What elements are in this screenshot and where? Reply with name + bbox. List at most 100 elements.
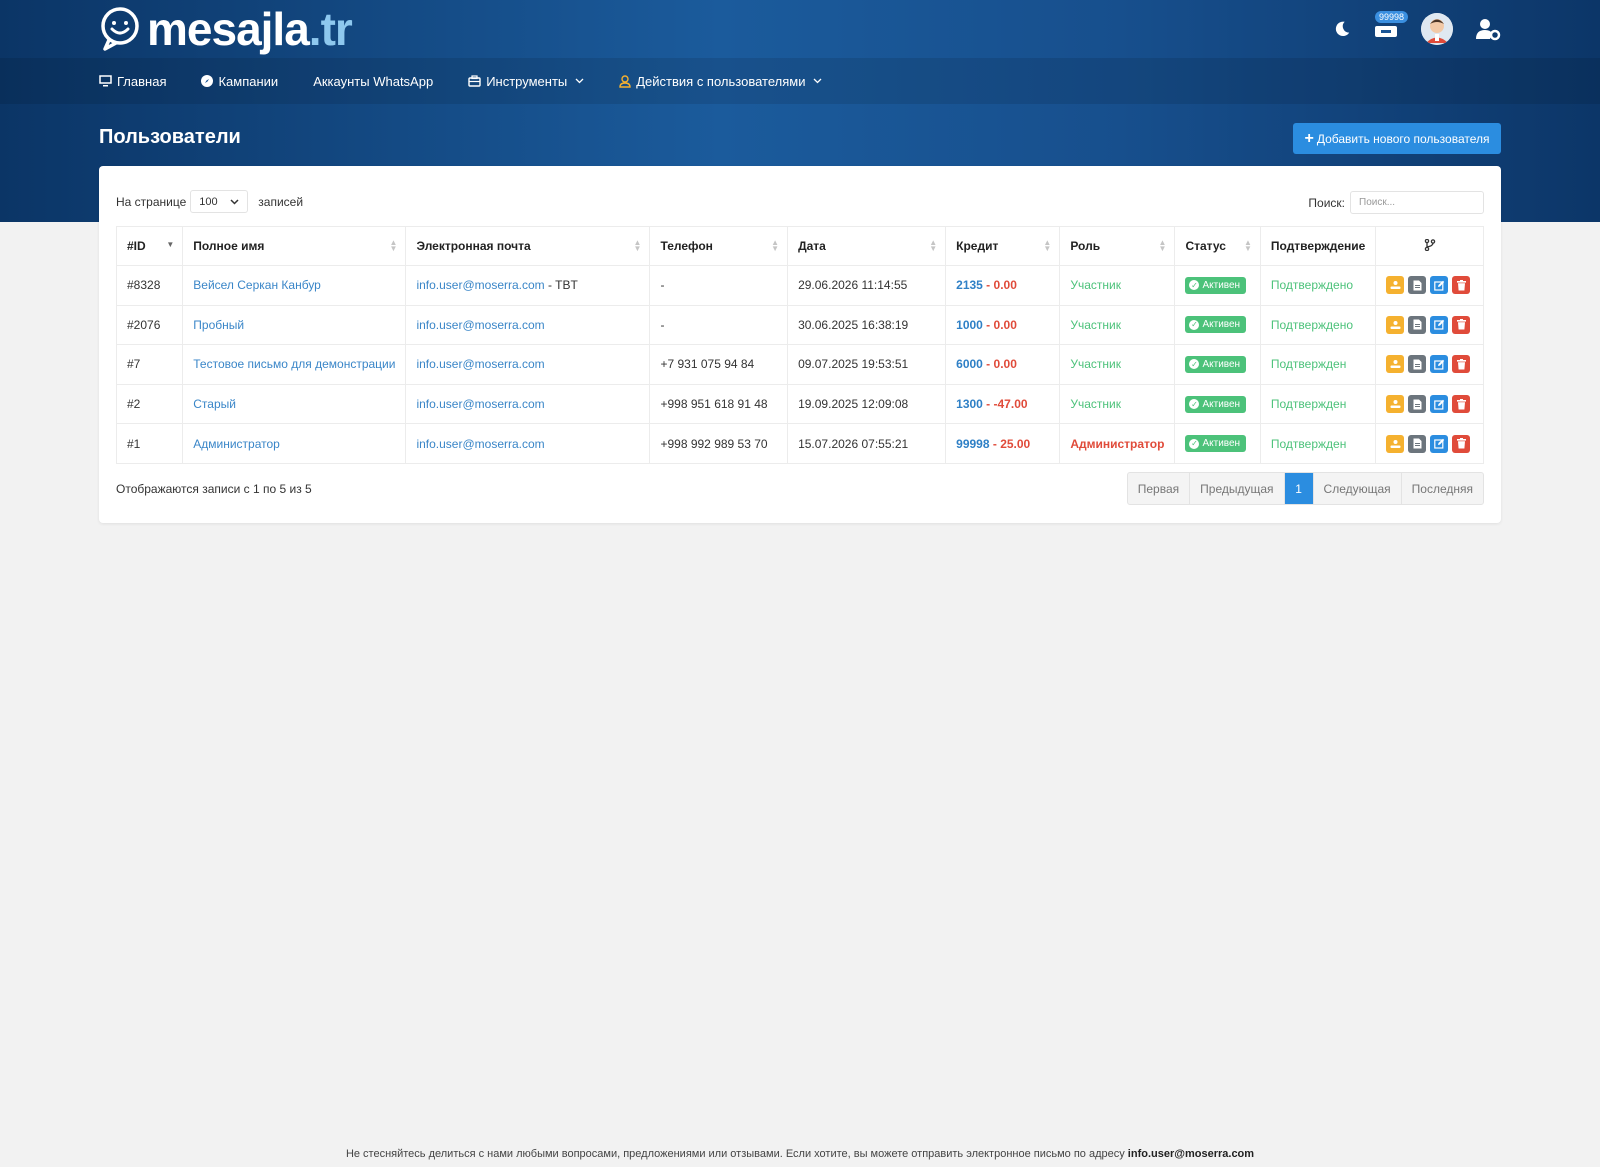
add-credit-button[interactable]	[1386, 395, 1405, 414]
brand-name: mesajla.tr	[147, 3, 353, 55]
table-row: #1 Администратор info.user@moserra.com +…	[115, 423, 1484, 464]
view-document-button[interactable]	[1408, 355, 1427, 374]
add-credit-button[interactable]	[1386, 355, 1405, 374]
user-email-link[interactable]: info.user@moserra.com	[416, 278, 544, 292]
role-label: Участник	[1070, 317, 1121, 332]
delete-button[interactable]	[1452, 276, 1471, 295]
add-user-button[interactable]: + Добавить нового пользователя	[1293, 123, 1501, 154]
search-input[interactable]: Поиск...	[1350, 191, 1484, 214]
hand-coin-icon	[1390, 320, 1401, 329]
column-header-credit[interactable]: Кредит ▲ ▼	[945, 226, 1061, 266]
column-header-date[interactable]: Дата ▲ ▼	[787, 226, 947, 266]
delete-button[interactable]	[1452, 315, 1471, 334]
user-email-link[interactable]: info.user@moserra.com	[416, 437, 544, 451]
debt-value: 25.00	[1000, 436, 1031, 451]
notification-badge: 99998	[1375, 11, 1409, 23]
delete-button[interactable]	[1452, 395, 1471, 414]
hand-coin-icon	[1390, 439, 1401, 448]
user-name-link[interactable]: Администратор	[193, 437, 280, 451]
column-header-phone[interactable]: Телефон ▲ ▼	[649, 226, 789, 266]
trash-icon	[1456, 398, 1466, 410]
cell-date: 15.07.2026 07:55:21	[787, 423, 947, 464]
add-credit-button[interactable]	[1386, 434, 1405, 453]
pagination-page-1[interactable]: 1	[1284, 473, 1314, 504]
brand-logo[interactable]: mesajla.tr	[99, 3, 353, 55]
page-title: Пользователи	[99, 126, 241, 148]
nav-item-home[interactable]: Главная	[99, 74, 166, 89]
pagination-next[interactable]: Следующая	[1314, 473, 1402, 504]
pagination-previous[interactable]: Предыдущая	[1190, 473, 1285, 504]
cell-id: #2	[115, 383, 184, 425]
column-header-id[interactable]: #ID ▼	[115, 226, 184, 266]
user-settings-icon[interactable]	[1475, 17, 1501, 41]
chat-smile-icon	[101, 7, 139, 51]
footer-note: Не стесняйтесь делиться с нами любыми во…	[345, 1148, 1255, 1160]
page-length-select[interactable]: 100	[190, 190, 249, 213]
nav-item-user-actions[interactable]: Действия с пользователями	[619, 74, 822, 89]
nav-item-campaigns[interactable]: Кампании	[201, 74, 278, 89]
cell-date: 29.06.2026 11:14:55	[787, 265, 947, 306]
user-icon	[619, 74, 631, 88]
delete-button[interactable]	[1452, 355, 1471, 374]
credit-value: 2135	[956, 278, 983, 293]
check-circle-icon: ✓	[1189, 359, 1200, 370]
edit-button[interactable]	[1430, 355, 1449, 374]
credit-value: 6000	[956, 357, 983, 372]
user-name-link[interactable]: Старый	[193, 397, 236, 411]
credit-value: 99998	[956, 436, 990, 451]
nav-item-tools[interactable]: Инструменты	[468, 74, 584, 89]
column-header-status[interactable]: Статус ▲ ▼	[1174, 226, 1261, 266]
edit-button[interactable]	[1430, 434, 1449, 453]
column-header-confirmation[interactable]: Подтверждение	[1259, 226, 1377, 266]
dark-mode-moon-icon[interactable]	[1333, 20, 1351, 38]
user-email-link[interactable]: info.user@moserra.com	[416, 357, 544, 371]
column-header-email[interactable]: Электронная почта ▲ ▼	[405, 226, 651, 266]
user-email-link[interactable]: info.user@moserra.com	[416, 318, 544, 332]
column-header-role[interactable]: Роль ▲ ▼	[1059, 226, 1176, 266]
column-header-name[interactable]: Полное имя ▲ ▼	[182, 226, 407, 266]
status-badge: ✓ Активен	[1185, 355, 1247, 373]
add-credit-button[interactable]	[1386, 276, 1405, 295]
edit-button[interactable]	[1430, 276, 1449, 295]
add-credit-button[interactable]	[1386, 315, 1405, 334]
delete-button[interactable]	[1452, 434, 1471, 453]
confirmation-label: Подтверждено	[1270, 278, 1354, 293]
view-document-button[interactable]	[1408, 395, 1427, 414]
cell-id: #8328	[115, 265, 184, 306]
trash-icon	[1456, 319, 1466, 330]
credit-separator: -	[982, 397, 994, 412]
edit-button[interactable]	[1430, 315, 1449, 334]
credit-value: 1300	[956, 397, 983, 412]
users-card: На странице 100 записей Поиск: Поиск... …	[99, 166, 1501, 523]
nav-item-whatsapp-accounts[interactable]: Аккаунты WhatsApp	[313, 74, 433, 89]
inbox-icon[interactable]: 99998	[1373, 11, 1409, 40]
view-document-button[interactable]	[1408, 434, 1427, 453]
user-name-link[interactable]: Вейсел Серкан Канбур	[193, 278, 321, 292]
top-header: mesajla.tr 99998	[99, 0, 1501, 58]
file-icon	[1413, 280, 1422, 291]
search-control: Поиск: Поиск...	[1308, 191, 1484, 214]
footer-email[interactable]: info.user@moserra.com	[1128, 1148, 1254, 1160]
pagination-last[interactable]: Последняя	[1402, 473, 1483, 504]
column-header-actions	[1375, 226, 1484, 266]
edit-icon	[1434, 280, 1445, 291]
pagination-first[interactable]: Первая	[1128, 473, 1191, 504]
table-row: #7 Тестовое письмо для демонстрации info…	[115, 344, 1484, 385]
edit-icon	[1434, 359, 1445, 370]
edit-button[interactable]	[1430, 395, 1449, 414]
avatar[interactable]	[1421, 13, 1453, 45]
cell-date: 30.06.2025 16:38:19	[787, 304, 947, 346]
user-name-link[interactable]: Пробный	[193, 318, 244, 332]
toolbox-icon	[468, 75, 481, 87]
view-document-button[interactable]	[1408, 315, 1427, 334]
table-header-row: #ID ▼ Полное имя ▲ ▼ Электронная почта ▲ ▼ Те…	[115, 226, 1484, 266]
chevron-down-icon	[575, 78, 584, 84]
user-email-link[interactable]: info.user@moserra.com	[416, 397, 544, 411]
user-name-link[interactable]: Тестовое письмо для демонстрации	[193, 357, 395, 371]
confirmation-label: Подтверждено	[1270, 317, 1354, 332]
view-document-button[interactable]	[1408, 276, 1427, 295]
debt-value: 0.00	[993, 357, 1017, 372]
hand-coin-icon	[1390, 400, 1401, 409]
edit-icon	[1434, 438, 1445, 449]
hand-coin-icon	[1390, 281, 1401, 290]
